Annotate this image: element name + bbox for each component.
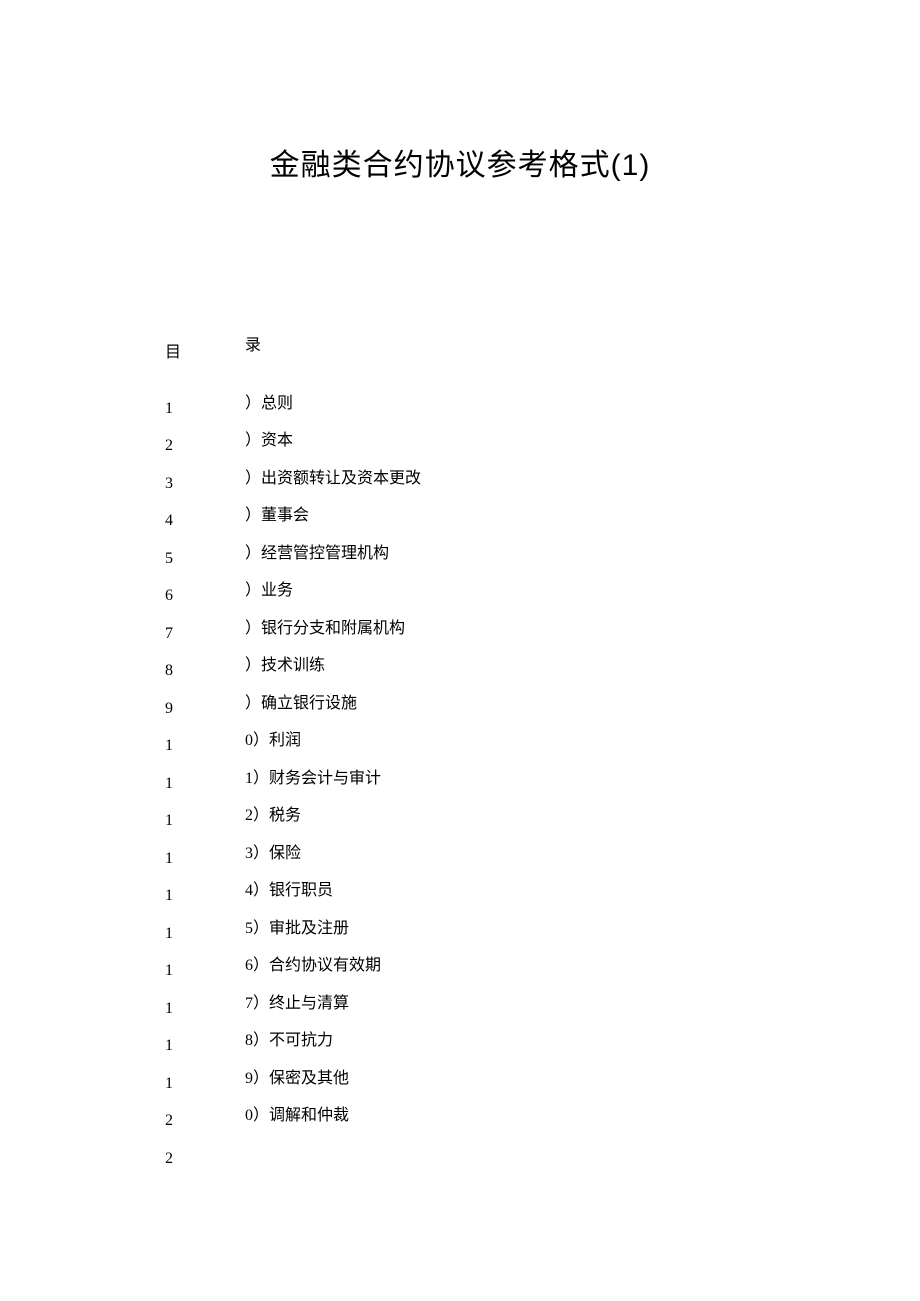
table-of-contents: 目 1 2 3 4 5 6 7 8 9 1 1 1 1 1 1 1 1 1 1 … — [165, 314, 755, 1170]
toc-item-right: ）资本 — [245, 420, 421, 458]
toc-item-right: 2）税务 — [245, 795, 421, 833]
toc-item-left: 1 — [165, 945, 245, 983]
toc-item-left: 2 — [165, 420, 245, 458]
toc-right-column: 录 ）总则 ）资本 ）出资额转让及资本更改 ）董事会 ）经营管控管理机构 ）业务… — [245, 314, 421, 1170]
toc-item-right: ）经营管控管理机构 — [245, 532, 421, 570]
document-title: 金融类合约协议参考格式(1) — [165, 140, 755, 184]
toc-item-left: 1 — [165, 832, 245, 870]
document-page: 金融类合约协议参考格式(1) 目 1 2 3 4 5 6 7 8 9 1 1 1… — [0, 0, 920, 1170]
toc-item-right: ）总则 — [245, 382, 421, 420]
toc-left-column: 目 1 2 3 4 5 6 7 8 9 1 1 1 1 1 1 1 1 1 1 … — [165, 314, 245, 1170]
toc-item-left: 1 — [165, 382, 245, 420]
toc-item-right: 6）合约协议有效期 — [245, 945, 421, 983]
toc-item-left: 1 — [165, 870, 245, 908]
toc-item-left: 3 — [165, 457, 245, 495]
toc-item-right: ）技术训练 — [245, 645, 421, 683]
toc-item-right: 3）保险 — [245, 832, 421, 870]
toc-header-right: 录 — [245, 314, 421, 372]
toc-item-left: 1 — [165, 1057, 245, 1095]
toc-item-left: 7 — [165, 607, 245, 645]
toc-item-right — [245, 1132, 421, 1170]
toc-item-left: 1 — [165, 757, 245, 795]
toc-item-left: 1 — [165, 982, 245, 1020]
toc-header-left: 目 — [165, 314, 245, 372]
toc-item-right: ）确立银行设施 — [245, 682, 421, 720]
toc-item-left: 9 — [165, 682, 245, 720]
toc-item-right: 5）审批及注册 — [245, 907, 421, 945]
toc-item-right: ）董事会 — [245, 495, 421, 533]
toc-item-left: 6 — [165, 570, 245, 608]
toc-item-right: 0）调解和仲裁 — [245, 1095, 421, 1133]
toc-item-right: 7）终止与清算 — [245, 982, 421, 1020]
toc-item-left: 1 — [165, 720, 245, 758]
toc-item-left: 4 — [165, 495, 245, 533]
toc-item-right: 9）保密及其他 — [245, 1057, 421, 1095]
toc-item-right: ）业务 — [245, 570, 421, 608]
toc-item-left: 1 — [165, 795, 245, 833]
toc-item-right: ）银行分支和附属机构 — [245, 607, 421, 645]
toc-item-left: 1 — [165, 1020, 245, 1058]
toc-item-right: 0）利润 — [245, 720, 421, 758]
toc-item-right: ）出资额转让及资本更改 — [245, 457, 421, 495]
toc-item-left: 5 — [165, 532, 245, 570]
toc-item-right: 8）不可抗力 — [245, 1020, 421, 1058]
toc-item-right: 1）财务会计与审计 — [245, 757, 421, 795]
toc-item-left: 2 — [165, 1132, 245, 1170]
toc-item-left: 2 — [165, 1095, 245, 1133]
toc-item-right: 4）银行职员 — [245, 870, 421, 908]
toc-item-left: 8 — [165, 645, 245, 683]
toc-item-left: 1 — [165, 907, 245, 945]
